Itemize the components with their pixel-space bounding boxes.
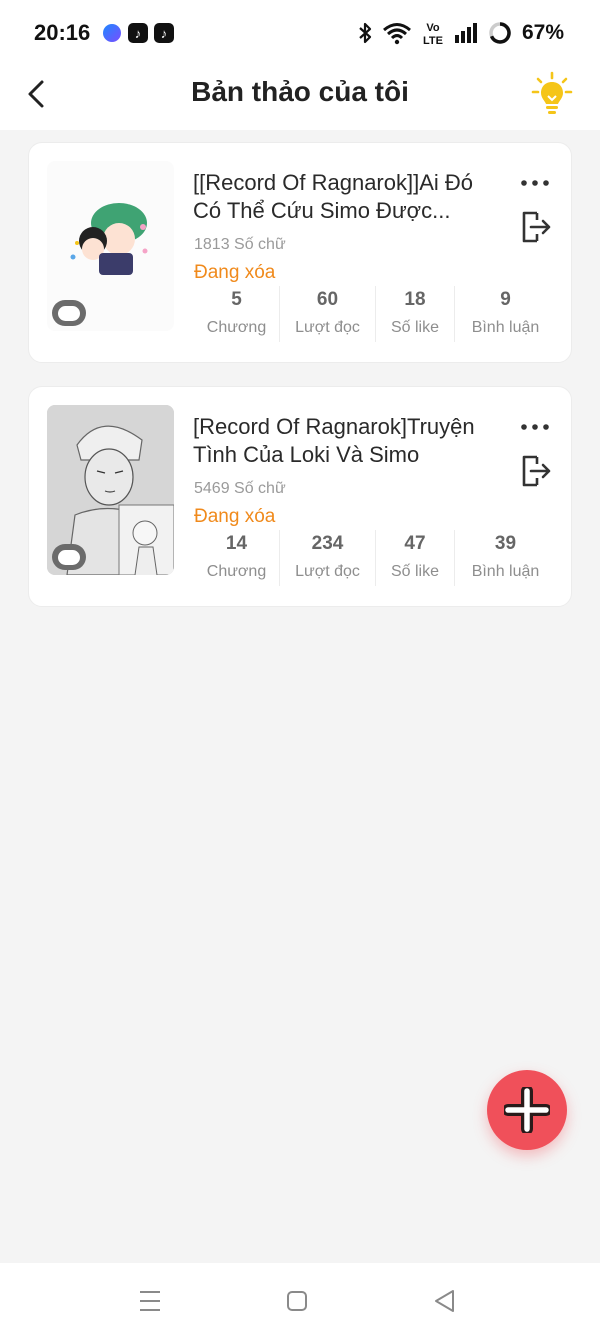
draft-cover-image[interactable] — [47, 161, 174, 331]
nav-recents-button[interactable] — [136, 1287, 164, 1315]
stat-label: Số like — [390, 563, 440, 580]
stat-label: Bình luận — [471, 563, 540, 580]
create-draft-button[interactable] — [487, 1070, 567, 1150]
comment-icon — [52, 300, 86, 326]
stat-label: Chương — [206, 319, 267, 336]
nav-home-button[interactable] — [283, 1287, 311, 1315]
plus-icon — [504, 1087, 550, 1133]
notification-icons: ♪ ♪ — [102, 23, 174, 43]
svg-text:LTE: LTE — [423, 35, 443, 46]
draft-stats: 5 Chương 60 Lượt đọc 18 Số like 9 Bình l… — [194, 286, 556, 342]
stat-label: Lượt đọc — [295, 319, 360, 336]
stat-likes: 47 Số like — [376, 530, 455, 586]
page-title: Bản thảo của tôi — [191, 76, 409, 107]
menu-icon — [140, 1291, 160, 1311]
svg-text:Vo: Vo — [426, 22, 440, 34]
wifi-icon — [383, 23, 411, 45]
signal-icon — [454, 23, 477, 43]
battery-ring-icon — [489, 22, 511, 44]
stat-label: Lượt đọc — [295, 563, 360, 580]
battery-percentage: 67% — [521, 21, 564, 44]
stat-value: 14 — [225, 533, 248, 554]
stat-label: Bình luận — [471, 319, 540, 336]
more-options-button[interactable] — [519, 415, 551, 439]
lightbulb-icon — [531, 71, 573, 114]
stat-chapters: 14 Chương — [194, 530, 280, 586]
draft-status: Đang xóa — [194, 262, 276, 283]
tiktok-icon: ♪ — [128, 23, 148, 43]
stat-label: Chương — [206, 563, 267, 580]
draft-card[interactable]: [[Record Of Ragnarok]]Ai Đó Có Thể Cứu S… — [28, 142, 572, 363]
more-options-button[interactable] — [519, 171, 551, 195]
draft-status: Đang xóa — [194, 506, 276, 527]
volte-icon: Vo LTE — [423, 22, 443, 46]
stat-reads: 234 Lượt đọc — [280, 530, 376, 586]
status-bar: 20:16 ♪ ♪ Vo LTE 67% — [0, 0, 600, 66]
stat-value: 234 — [311, 533, 344, 554]
tiktok-icon: ♪ — [154, 23, 174, 43]
messenger-icon — [102, 23, 122, 43]
stat-value: 39 — [494, 533, 517, 554]
nav-back-button[interactable] — [431, 1287, 459, 1315]
word-count: 5469 Số chữ — [194, 480, 286, 497]
stat-comments: 9 Bình luận — [455, 286, 556, 342]
stat-value: 60 — [316, 289, 339, 310]
more-dots-icon — [521, 424, 549, 430]
bluetooth-icon — [359, 22, 372, 44]
stat-value: 18 — [404, 289, 426, 310]
stat-value: 47 — [404, 533, 426, 554]
more-dots-icon — [521, 180, 549, 186]
tips-button[interactable] — [530, 70, 574, 118]
stat-value: 5 — [231, 289, 242, 310]
draft-title[interactable]: [[Record Of Ragnarok]]Ai Đó Có Thể Cứu S… — [193, 169, 493, 225]
export-icon — [522, 211, 551, 243]
draft-cover-image[interactable] — [47, 405, 174, 575]
word-count: 1813 Số chữ — [194, 236, 286, 253]
export-button[interactable] — [519, 209, 553, 245]
draft-stats: 14 Chương 234 Lượt đọc 47 Số like 39 Bìn… — [194, 530, 556, 586]
stat-chapters: 5 Chương — [194, 286, 280, 342]
back-triangle-icon — [435, 1290, 454, 1312]
stat-likes: 18 Số like — [376, 286, 455, 342]
stat-comments: 39 Bình luận — [455, 530, 556, 586]
system-nav-bar — [0, 1263, 600, 1337]
status-time: 20:16 — [34, 20, 91, 45]
draft-title[interactable]: [Record Of Ragnarok]Truyện Tình Của Loki… — [193, 413, 493, 469]
comment-icon — [52, 544, 86, 570]
draft-card[interactable]: [Record Of Ragnarok]Truyện Tình Của Loki… — [28, 386, 572, 607]
export-button[interactable] — [519, 453, 553, 489]
stat-reads: 60 Lượt đọc — [280, 286, 376, 342]
system-icons: Vo LTE 67% — [358, 20, 564, 46]
export-icon — [522, 455, 551, 487]
stat-value: 9 — [500, 289, 511, 310]
home-icon — [287, 1291, 307, 1311]
stat-label: Số like — [390, 319, 440, 336]
app-header: Bản thảo của tôi — [0, 66, 600, 130]
